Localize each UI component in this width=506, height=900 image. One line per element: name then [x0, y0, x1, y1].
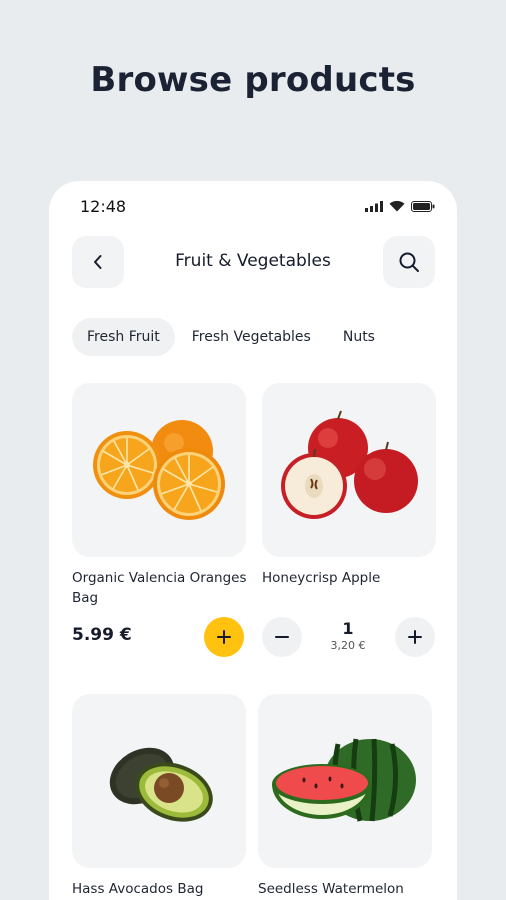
search-icon	[399, 252, 419, 272]
oranges-image	[93, 420, 225, 520]
product-image-watermelon[interactable]	[258, 694, 432, 868]
category-tabs: Fresh Fruit Fresh Vegetables Nuts	[72, 318, 390, 356]
avocados-image	[109, 747, 213, 822]
apples-image	[281, 410, 418, 519]
tab-nuts[interactable]: Nuts	[328, 318, 390, 356]
battery-icon	[411, 200, 435, 212]
add-to-cart-button[interactable]	[204, 617, 244, 657]
product-image-oranges[interactable]	[72, 383, 246, 557]
increase-quantity-button[interactable]	[395, 617, 435, 657]
product-image-apples[interactable]	[262, 383, 436, 557]
product-price: 5.99 €	[72, 625, 132, 645]
product-image-avocados[interactable]	[72, 694, 246, 868]
line-total: 3,20 €	[330, 639, 366, 652]
product-name: Seedless Watermelon	[258, 881, 404, 897]
status-icons	[365, 200, 435, 212]
product-name: Honeycrisp Apple	[262, 570, 381, 586]
tab-fresh-fruit[interactable]: Fresh Fruit	[72, 318, 175, 356]
plus-icon	[408, 630, 422, 644]
product-name: Hass Avocados Bag	[72, 881, 204, 897]
top-bar: Fruit & Vegetables	[49, 236, 457, 288]
status-time: 12:48	[80, 197, 127, 216]
quantity-value: 1	[342, 619, 354, 638]
wifi-icon	[389, 200, 405, 212]
quantity-stepper: 1 3,20 €	[318, 619, 378, 652]
minus-icon	[275, 636, 289, 638]
watermelon-image	[272, 738, 416, 822]
plus-icon	[217, 630, 231, 644]
decrease-quantity-button[interactable]	[262, 617, 302, 657]
tab-fresh-vegetables[interactable]: Fresh Vegetables	[177, 318, 326, 356]
signal-icon	[365, 200, 383, 212]
product-name: Organic Valencia Oranges Bag	[72, 570, 247, 606]
hero-title: Browse products	[90, 60, 416, 100]
status-bar: 12:48	[49, 196, 457, 218]
search-button[interactable]	[383, 236, 435, 288]
phone-screen: 12:48 Fruit & Vegetables Fresh Fruit Fre…	[49, 181, 457, 900]
